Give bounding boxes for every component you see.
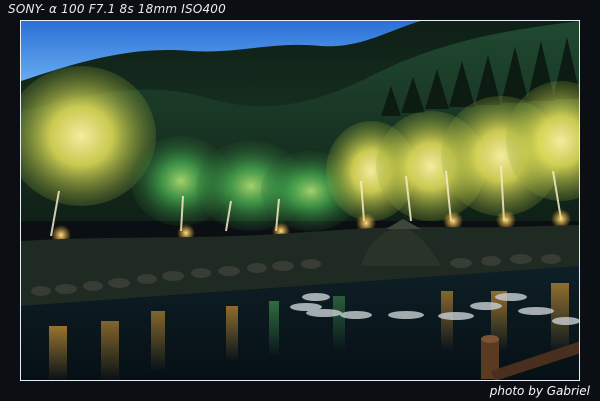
night-garden-scene bbox=[21, 21, 579, 380]
exif-caption: SONY- α 100 F7.1 8s 18mm ISO400 bbox=[8, 2, 226, 16]
photo-credit: photo by Gabriel bbox=[489, 384, 590, 398]
photo-border bbox=[20, 20, 580, 381]
photo-frame: SONY- α 100 F7.1 8s 18mm ISO400 photo by… bbox=[0, 0, 600, 401]
